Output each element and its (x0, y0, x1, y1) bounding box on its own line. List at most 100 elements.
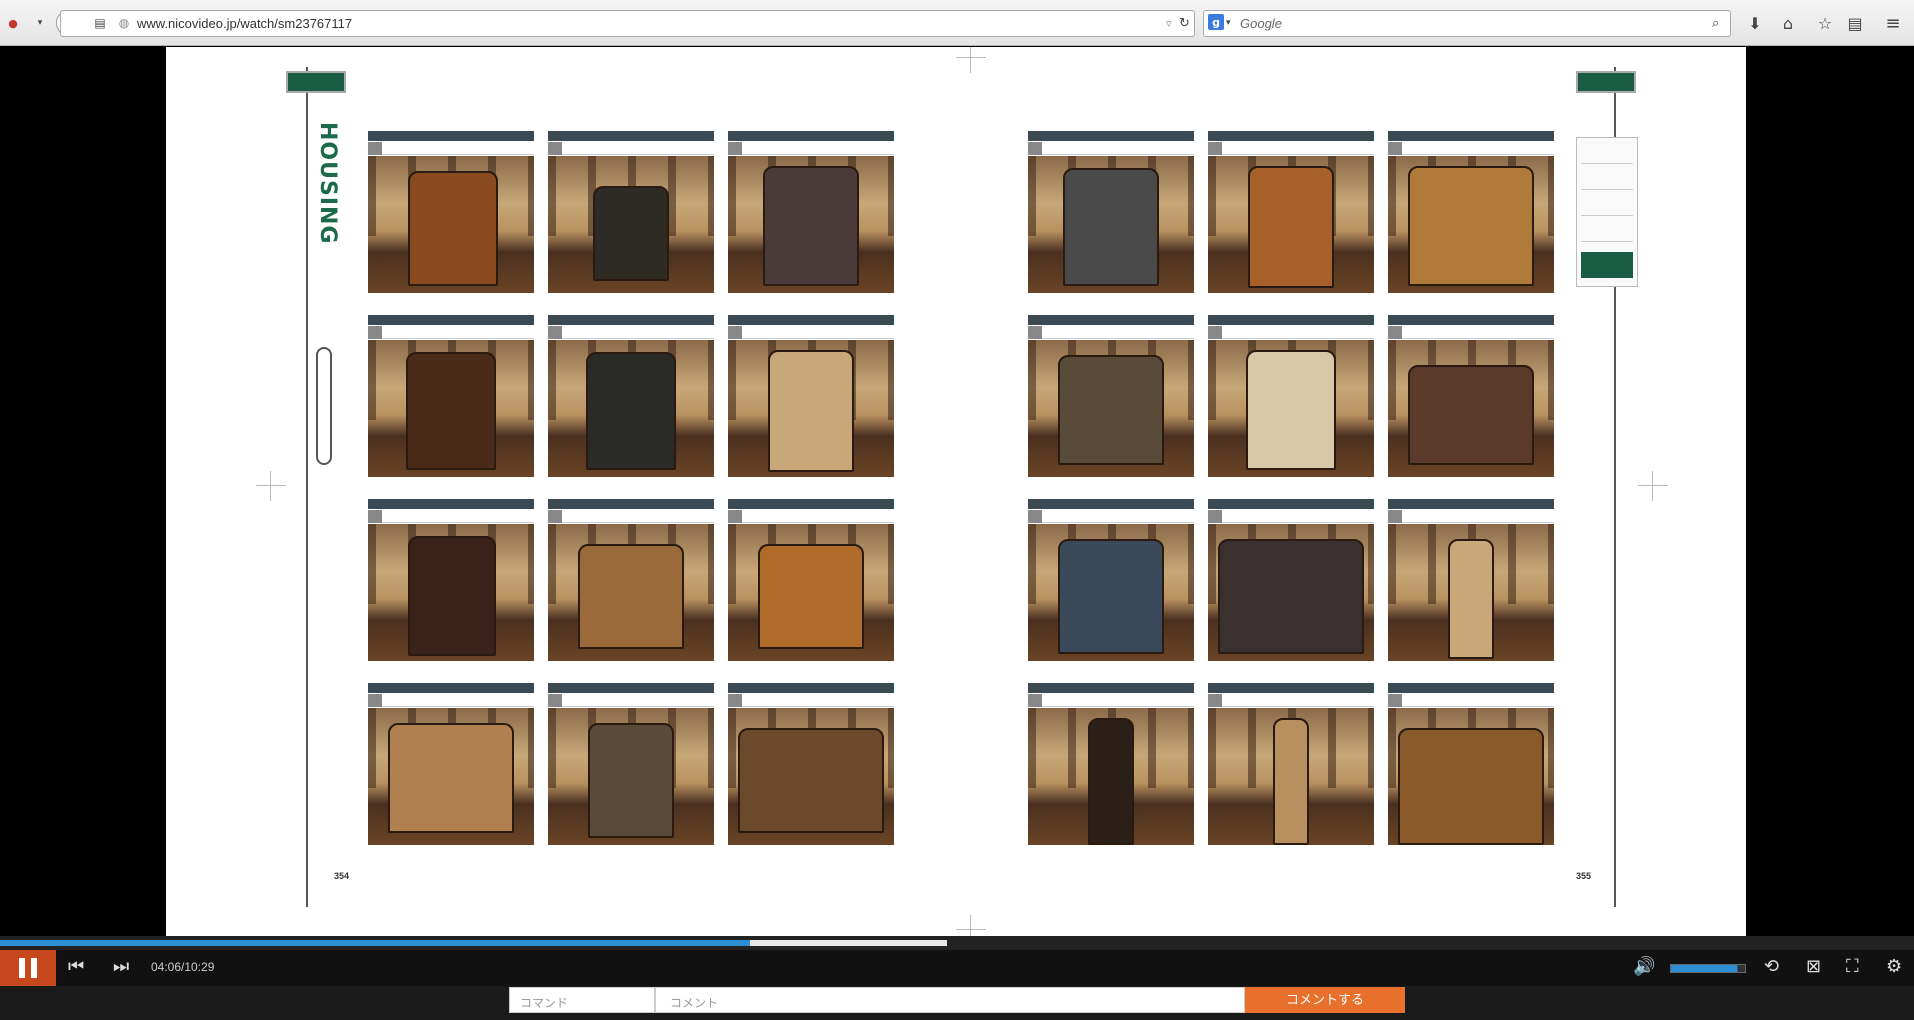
item-label (368, 694, 383, 707)
index-tab-active (1581, 252, 1633, 278)
item-title-bar (368, 315, 534, 325)
comment-submit-button[interactable]: コメントする (1245, 987, 1405, 1013)
search-icon[interactable]: ⌕ (1712, 10, 1719, 36)
item-label (1208, 510, 1223, 523)
furniture-shape (593, 186, 669, 281)
menu-icon[interactable]: ● (6, 10, 20, 36)
pause-button[interactable] (0, 950, 56, 986)
volume-slider[interactable] (1670, 964, 1746, 973)
catalog-item (1208, 315, 1374, 485)
item-info-row (1028, 326, 1194, 339)
furniture-shape (768, 350, 854, 472)
furniture-image (1028, 524, 1194, 661)
furniture-shape (1398, 728, 1544, 845)
item-info-row (548, 142, 714, 155)
catalog-item (1208, 131, 1374, 301)
item-label (728, 510, 743, 523)
catalog-item (368, 131, 534, 301)
item-title-bar (548, 315, 714, 325)
item-label (368, 142, 383, 155)
furniture-shape (408, 171, 498, 286)
catalog-item (728, 499, 894, 669)
furniture-image (368, 524, 534, 661)
furniture-image (1388, 708, 1554, 845)
item-title-bar (548, 683, 714, 693)
command-input[interactable]: コマンド (509, 987, 655, 1013)
catalog-item (1208, 499, 1374, 669)
volume-icon[interactable]: 🔊 (1633, 956, 1655, 977)
previous-icon[interactable]: ⏮ (68, 956, 84, 977)
item-info-row (1388, 510, 1554, 523)
furniture-shape (578, 544, 684, 649)
item-title-bar (1208, 683, 1374, 693)
item-info-row (548, 694, 714, 707)
download-icon[interactable]: ⬇ (1745, 10, 1765, 36)
catalog-item (548, 131, 714, 301)
item-title-bar (368, 131, 534, 141)
video-player[interactable]: HOUSING 354 355 (0, 47, 1914, 936)
item-title-bar (368, 683, 534, 693)
item-title-bar (1208, 131, 1374, 141)
item-label (1388, 510, 1403, 523)
dropdown-icon[interactable]: ▾ (34, 10, 46, 36)
repeat-icon[interactable]: ⟲ (1764, 956, 1779, 977)
seek-bar[interactable] (0, 936, 1914, 950)
furniture-image (1208, 524, 1374, 661)
crosshair-mark (1638, 471, 1668, 501)
catalog-item (1388, 499, 1554, 669)
item-title-bar (1388, 315, 1554, 325)
bookmark-star-icon[interactable]: ☆ (1815, 10, 1835, 36)
reload-icon[interactable]: ↻ (1179, 10, 1190, 36)
item-label (368, 326, 383, 339)
right-page-number: 355 (1576, 871, 1592, 881)
history-dropdown-icon[interactable]: ▿ (1166, 10, 1172, 36)
furniture-shape (1408, 166, 1534, 286)
fullscreen-icon[interactable]: ⛶ (1846, 956, 1859, 977)
item-title-bar (1208, 315, 1374, 325)
item-label (1208, 326, 1223, 339)
index-tab (1581, 174, 1633, 190)
comment-toggle-icon[interactable]: ⊠ (1806, 956, 1821, 977)
next-icon[interactable]: ⏭ (113, 956, 129, 977)
furniture-image (368, 156, 534, 293)
search-bar[interactable]: g ▾ Google ⌕ (1203, 10, 1731, 37)
furniture-image (1028, 340, 1194, 477)
url-bar[interactable]: ▤ ◍ www.nicovideo.jp/watch/sm23767117 ▿ … (60, 10, 1195, 37)
search-placeholder: Google (1240, 16, 1282, 31)
item-title-bar (1388, 499, 1554, 509)
comment-input[interactable]: コメント (655, 987, 1245, 1013)
item-label (1028, 326, 1043, 339)
furniture-shape (738, 728, 884, 833)
furniture-shape (1448, 539, 1494, 659)
furniture-image (1208, 340, 1374, 477)
furniture-image (368, 708, 534, 845)
google-icon[interactable]: g (1208, 14, 1224, 30)
home-icon[interactable]: ⌂ (1778, 10, 1798, 36)
item-title-bar (1028, 499, 1194, 509)
crosshair-mark (256, 471, 286, 501)
browser-toolbar: ● ▾ ← ▤ ◍ www.nicovideo.jp/watch/sm23767… (0, 0, 1914, 46)
item-label (1388, 326, 1403, 339)
item-label (728, 326, 743, 339)
furniture-shape (406, 352, 496, 470)
hamburger-menu-icon[interactable]: ≡ (1882, 10, 1904, 36)
furniture-image (728, 340, 894, 477)
item-label (368, 510, 383, 523)
item-label (1028, 694, 1043, 707)
item-info-row (1208, 510, 1374, 523)
left-border (306, 67, 308, 907)
section-title: HOUSING (315, 122, 340, 245)
item-label (1028, 142, 1043, 155)
engine-dropdown-icon[interactable]: ▾ (1226, 10, 1231, 36)
item-info-row (368, 326, 534, 339)
item-label (1208, 694, 1223, 707)
furniture-image (728, 708, 894, 845)
left-header-tab (286, 71, 346, 93)
item-title-bar (1028, 683, 1194, 693)
item-label (548, 510, 563, 523)
furniture-shape (408, 536, 496, 656)
reader-icon[interactable]: ▤ (1845, 10, 1865, 36)
book-spread: HOUSING 354 355 (166, 47, 1746, 936)
settings-gear-icon[interactable]: ⚙ (1886, 956, 1902, 977)
item-info-row (1388, 326, 1554, 339)
